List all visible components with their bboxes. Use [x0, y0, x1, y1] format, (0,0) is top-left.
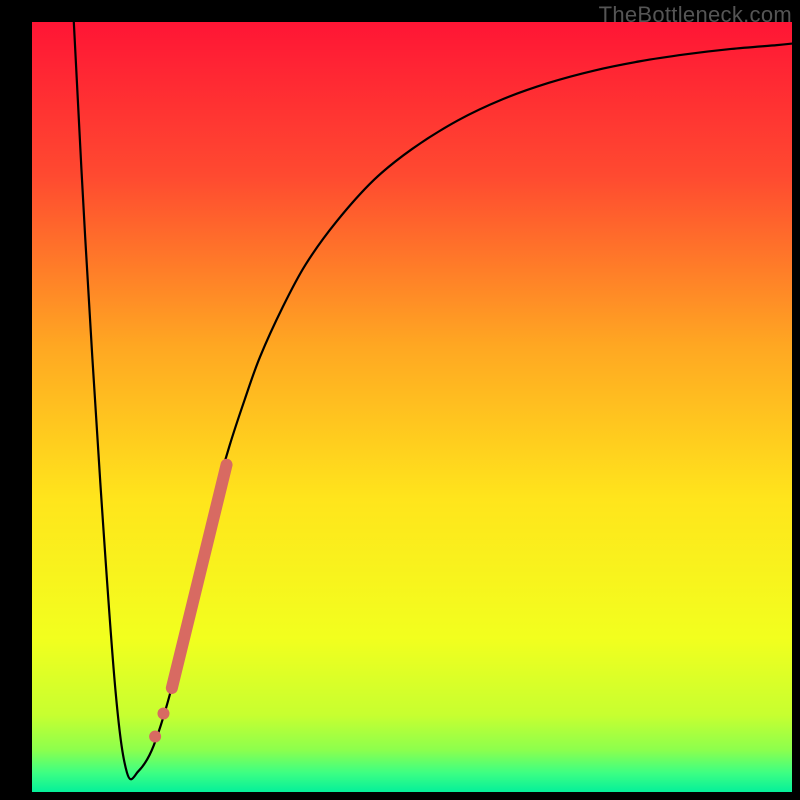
gradient-background [32, 22, 792, 792]
watermark-text: TheBottleneck.com [599, 2, 792, 28]
bottleneck-chart [32, 22, 792, 792]
data-marker-dot [157, 707, 169, 719]
chart-frame: { "watermark": "TheBottleneck.com", "lay… [0, 0, 800, 800]
data-marker-dot [149, 731, 161, 743]
